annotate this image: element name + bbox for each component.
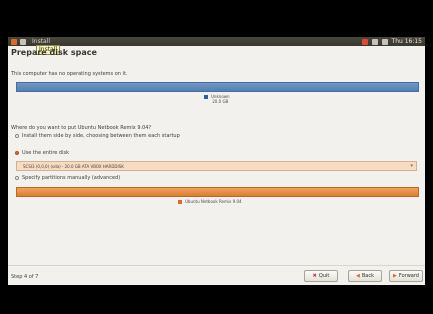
radio-entire-disk[interactable]: [15, 151, 19, 155]
alert-icon[interactable]: [361, 38, 368, 45]
option-manual[interactable]: Specify partitions manually (advanced): [15, 175, 120, 181]
option-entire-disk[interactable]: Use the entire disk: [15, 150, 69, 156]
option-manual-label: Specify partitions manually (advanced): [22, 175, 121, 181]
legend-swatch-icon: [204, 95, 208, 99]
panel-left-icons: [11, 38, 26, 45]
drive-select[interactable]: SCSI3 (0,0,0) (sda) - 20.0 GB ATA VBOX H…: [16, 161, 417, 171]
target-swatch-icon: [178, 200, 182, 204]
option-entire-disk-label: Use the entire disk: [22, 150, 69, 156]
target-partition-bar: [16, 187, 419, 197]
quit-icon: ✖: [312, 272, 317, 279]
quit-button[interactable]: ✖ Quit: [304, 270, 338, 282]
system-tray: Thu 16:15: [361, 38, 422, 45]
back-button[interactable]: ◀ Back: [348, 270, 382, 282]
installer-screen: Install Thu 16:15 Install Prepare disk s…: [8, 37, 425, 285]
clock[interactable]: Thu 16:15: [392, 38, 422, 45]
top-panel: Install Thu 16:15: [8, 37, 425, 46]
forward-button[interactable]: ▶ Forward: [389, 270, 423, 282]
radio-manual[interactable]: [15, 176, 19, 180]
back-button-label: Back: [361, 273, 374, 279]
page-title: Prepare disk space: [11, 48, 97, 57]
step-indicator: Step 4 of 7: [11, 274, 39, 280]
quit-button-label: Quit: [318, 273, 330, 279]
home-icon[interactable]: [20, 38, 26, 45]
forward-arrow-icon: ▶: [393, 272, 397, 279]
question-text: Where do you want to put Ubuntu Netbook …: [11, 125, 152, 131]
volume-icon[interactable]: [381, 38, 388, 45]
option-side-by-side-label: Install them side by side, choosing betw…: [22, 133, 180, 139]
target-legend: Ubuntu Netbook Remix 9.04: [178, 199, 242, 204]
footer-divider: [8, 265, 425, 266]
target-legend-label: Ubuntu Netbook Remix 9.04: [185, 199, 242, 204]
forward-button-label: Forward: [398, 273, 419, 279]
radio-side-by-side[interactable]: [15, 134, 19, 138]
window-title: Install: [32, 38, 51, 45]
option-side-by-side[interactable]: Install them side by side, choosing betw…: [15, 133, 180, 139]
drive-select-value: SCSI3 (0,0,0) (sda) - 20.0 GB ATA VBOX H…: [23, 164, 124, 169]
network-icon[interactable]: [371, 38, 378, 45]
legend-size: 20.0 GB: [212, 99, 229, 104]
ubuntu-menu-icon[interactable]: [11, 38, 17, 45]
back-arrow-icon: ◀: [356, 272, 360, 279]
chevron-down-icon[interactable]: ▾: [410, 163, 413, 170]
info-text: This computer has no operating systems o…: [11, 71, 128, 77]
disk-usage-bar: [16, 82, 419, 92]
disk-legend: Unknown 20.0 GB: [204, 94, 230, 104]
